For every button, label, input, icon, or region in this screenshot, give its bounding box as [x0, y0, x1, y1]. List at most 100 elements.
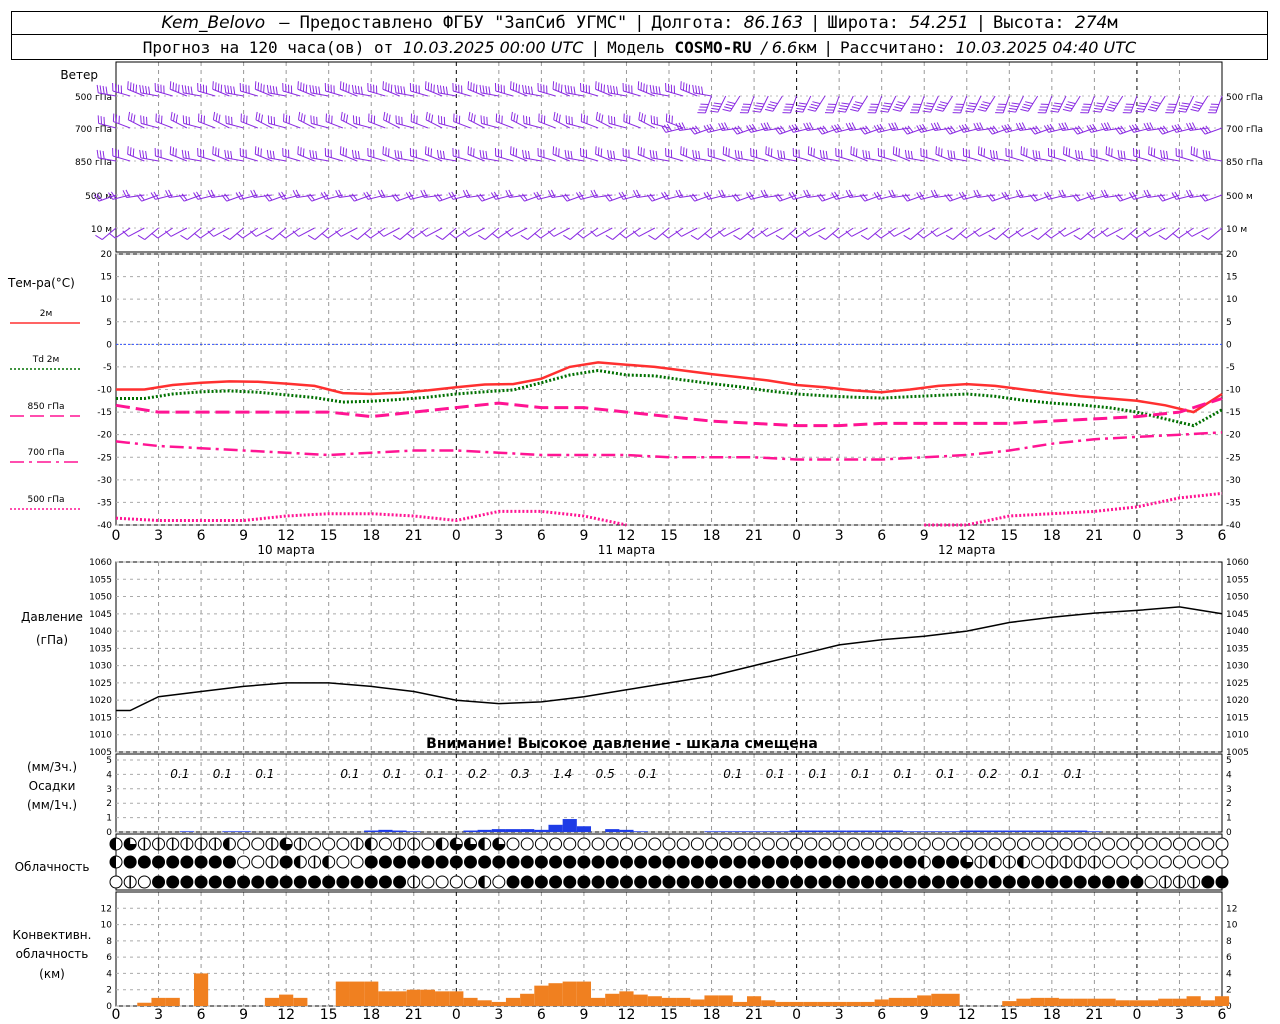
wind-barb-feather: [397, 150, 400, 159]
wind-barb-feather: [263, 84, 265, 93]
time-tick: 0: [792, 528, 801, 544]
wind-barb-feather: [840, 105, 849, 108]
cloud-symbol: [634, 855, 648, 869]
time-tick: 9: [239, 528, 248, 544]
wind-barb-feather: [448, 232, 456, 239]
conv-tick: 10: [101, 921, 113, 931]
cloud-symbol: [605, 875, 619, 889]
wind-barb-feather: [895, 103, 904, 107]
precip-bar: [846, 830, 861, 832]
precip-tick-right: 1: [1226, 814, 1232, 824]
wind-barb-feather: [1065, 147, 1068, 156]
pressure-tick-right: 1020: [1226, 696, 1249, 706]
wind-barb-feather: [257, 147, 260, 156]
precip-tick: 0: [106, 828, 112, 838]
wind-barb-feather: [1068, 148, 1071, 157]
cloud-symbol: [1059, 875, 1073, 889]
time-tick-bottom: 21: [1085, 1007, 1103, 1023]
wind-barb-feather: [433, 84, 435, 93]
temp-tick-right: -35: [1226, 498, 1241, 508]
cloud-symbol: [733, 875, 747, 889]
precip-bar: [1087, 831, 1102, 832]
cloud-symbol: [662, 837, 676, 851]
wind-barb-feather: [947, 149, 950, 158]
wind-barb-feather: [1117, 149, 1120, 158]
cloud-symbol: [1002, 875, 1016, 889]
wind-barb-feather: [600, 83, 603, 92]
wind-barb-feather: [567, 85, 570, 94]
time-tick-bottom: 9: [920, 1007, 929, 1023]
conv-bar: [832, 1001, 847, 1006]
cloud-symbol: [166, 855, 180, 869]
precip-bar: [789, 830, 804, 832]
wind-barb-shaft: [893, 227, 911, 237]
temp-legend-label: 700 гПа: [27, 448, 64, 458]
wind-barb-feather: [1166, 150, 1169, 159]
precip-tick: 2: [106, 799, 112, 809]
conv-bar: [1002, 1001, 1017, 1006]
wind-barb-feather: [768, 103, 777, 107]
precip-tick: 5: [106, 756, 112, 766]
temp-series-line: [116, 361, 1223, 414]
precip-bar: [761, 831, 776, 832]
time-tick-bottom: 6: [877, 1007, 886, 1023]
wind-barb-feather: [169, 81, 172, 90]
precip-bar: [1030, 830, 1045, 832]
wind-barb-feather: [555, 113, 559, 122]
wind-barb-shaft: [340, 227, 358, 237]
wind-barb-feather: [1148, 146, 1150, 155]
wind-barb-feather: [813, 148, 815, 157]
wind-barb-feather: [724, 106, 733, 110]
wind-barb-feather: [269, 85, 272, 94]
cloud-symbol: [591, 855, 605, 869]
conv-bar: [1030, 997, 1045, 1006]
wind-barb-feather: [1153, 148, 1156, 157]
wind-barb-feather: [470, 147, 472, 156]
wind-barb-feather: [868, 150, 871, 159]
precip-bar: [534, 829, 549, 832]
precip-bar: [222, 831, 237, 832]
cloud-symbol: [1102, 855, 1116, 869]
wind-barb-feather: [558, 148, 560, 157]
wind-barb-feather: [853, 103, 862, 107]
wind-barb-feather: [940, 148, 943, 157]
wind-barb-feather: [570, 85, 573, 94]
cloud-symbol: [988, 875, 1002, 889]
wind-barb-feather: [260, 114, 264, 123]
temp-legend-label: 850 гПа: [27, 402, 64, 412]
wind-barb-feather: [661, 232, 669, 239]
cloud-symbol: [293, 875, 307, 889]
wind-barb-feather: [1031, 234, 1039, 240]
meteogram-chart: Ветер 500 гПа 500 гПа 700 гПа 700 гПа 850 гПа…: [7, 61, 1263, 1023]
time-tick: 6: [877, 528, 886, 544]
cloud-symbol-half: [110, 856, 116, 868]
cloud-symbol: [903, 875, 917, 889]
wind-barb-feather: [1058, 230, 1065, 237]
cloud-symbol: [463, 875, 477, 889]
cloud-symbol: [648, 875, 662, 889]
precip-bar: [746, 831, 762, 832]
conv-bar: [1115, 1000, 1130, 1006]
cloud-symbol: [988, 837, 1002, 851]
conv-tick: 4: [106, 969, 112, 979]
cloud-symbol: [1045, 875, 1059, 889]
wind-barb-feather: [838, 107, 847, 110]
wind-barb-feather: [640, 147, 642, 156]
wind-barb-feather: [302, 148, 305, 157]
conv-bar: [746, 996, 762, 1006]
wind-barb-feather: [397, 85, 400, 94]
precip-bar: [888, 830, 903, 832]
cloud-symbol: [194, 875, 208, 889]
wind-barb-feather: [1106, 106, 1115, 110]
wind-barb-feather: [520, 234, 528, 240]
temp-legend-label: Td 2м: [32, 355, 60, 365]
wind-barb-feather: [916, 232, 924, 239]
wind-barb-feather: [354, 150, 357, 159]
wind-barb-feather: [966, 107, 975, 110]
cloud-symbol: [1144, 855, 1158, 869]
conv-bar: [718, 995, 733, 1006]
wind-barb-feather: [145, 85, 148, 94]
wind-barb-feather: [980, 103, 989, 107]
conv-bar: [775, 1001, 790, 1006]
wind-barb-feather: [164, 230, 172, 237]
